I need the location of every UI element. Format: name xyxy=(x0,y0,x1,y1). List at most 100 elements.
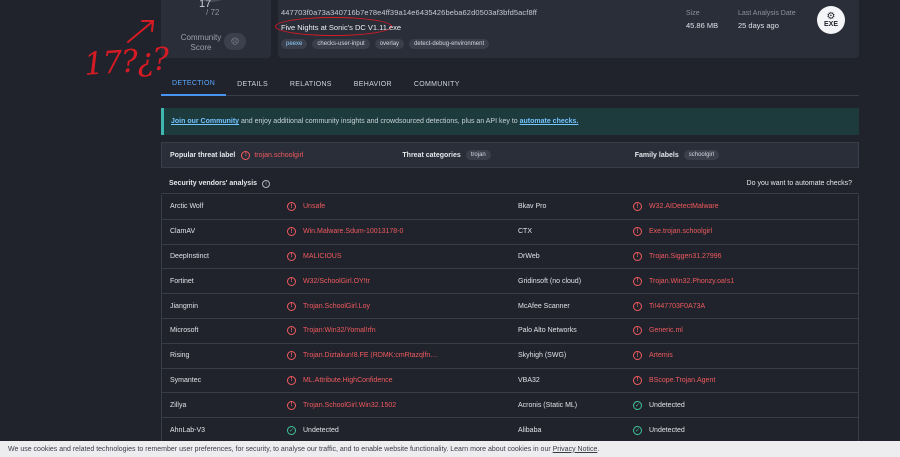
alert-icon: ! xyxy=(287,251,296,261)
join-community-link[interactable]: Join our Community xyxy=(171,118,239,125)
vendor-result: ! Trojan.Siggen31.27996 xyxy=(630,251,858,261)
vendor-result: ! MALICIOUS xyxy=(284,251,507,261)
automate-checks-link[interactable]: automate checks. xyxy=(520,118,579,125)
alert-icon: ! xyxy=(287,375,296,385)
tab-detection[interactable]: DETECTION xyxy=(161,72,227,96)
table-row: Symantec! ML.Attribute.HighConfidence VBA3… xyxy=(162,369,858,394)
threat-categories-label: Threat categories xyxy=(402,151,461,159)
tab-relations[interactable]: RELATIONS xyxy=(279,72,343,96)
detection-total: / 72 xyxy=(206,8,220,17)
vendor-result: ✓ Undetected xyxy=(630,425,858,435)
popular-threat-label: Popular threat label xyxy=(170,151,236,159)
vendor-result-text: BScope.Trojan.Agent xyxy=(649,376,716,384)
vendor-result: ! Trojan.SchoolGirl.Win32.1502 xyxy=(284,400,507,410)
vendor-name: Skyhigh (SWG) xyxy=(518,352,567,360)
tab-details[interactable]: DETAILS xyxy=(226,72,279,96)
file-hash[interactable]: 447703f0a73a340716b7e78e4ff39a14e6435426… xyxy=(281,8,537,17)
tab-community[interactable]: COMMUNITY xyxy=(403,72,471,96)
vendor-result-text: Trojan.SchoolGirl.Loy xyxy=(303,302,371,310)
threat-category-pill[interactable]: trojan xyxy=(465,150,491,160)
vendor-result-text: Generic.ml xyxy=(649,327,683,335)
alert-icon: ! xyxy=(241,150,251,160)
vendor-result: ! Generic.ml xyxy=(630,326,858,336)
annotation-text: 17?¿? xyxy=(82,41,170,83)
vendor-name: Alibaba xyxy=(518,426,542,434)
vendor-name: Arctic Wolf xyxy=(170,203,204,211)
family-label-pill[interactable]: schoolgirl xyxy=(683,150,720,160)
vendor-name: McAfee Scanner xyxy=(518,302,570,310)
cookie-banner: We use cookies and related technologies … xyxy=(0,441,900,457)
file-tags: peexe checks-user-input overlay detect-d… xyxy=(281,39,490,49)
vendor-result-text: Win.Malware.Sdum-10013178-0 xyxy=(303,228,404,236)
vendor-name: Palo Alto Networks xyxy=(518,327,577,335)
vendor-result-text: W32/SchoolGirl.OY!tr xyxy=(303,277,370,285)
vendor-result: ✓ Undetected xyxy=(284,425,507,435)
last-analysis-value: 25 days ago xyxy=(738,21,779,30)
automate-question[interactable]: Do you want to automate checks? xyxy=(747,180,852,187)
score-card: 17 / 72 Community Score ☹ xyxy=(161,0,271,58)
exe-file-icon: ⚙ EXE xyxy=(817,6,845,34)
vendor-result: ! Win.Malware.Sdum-10013178-0 xyxy=(284,227,507,237)
table-row: Arctic Wolf! Unsafe Bkav Pro! W32.AIDetectM… xyxy=(162,195,858,220)
vendor-result-text: Trojan.SchoolGirl.Win32.1502 xyxy=(303,401,397,409)
table-row: Jiangmin! Trojan.SchoolGirl.Loy McAfee Sca… xyxy=(162,294,858,319)
alert-icon: ! xyxy=(287,400,296,410)
vendor-result: ! Artemis xyxy=(630,351,858,361)
banner-text: and enjoy additional community insights … xyxy=(239,118,520,125)
vendor-name: Fortinet xyxy=(170,277,194,285)
vendor-result-text: Ti!447703F0A73A xyxy=(649,302,706,310)
tab-bar: DETECTION DETAILS RELATIONS BEHAVIOR COM… xyxy=(161,72,859,96)
tag[interactable]: checks-user-input xyxy=(312,39,370,49)
vendor-result: ! Trojan:Win32/Yomal!rfn xyxy=(284,326,507,336)
vendor-result-text: Exe.trojan.schoolgirl xyxy=(649,228,713,236)
alert-icon: ! xyxy=(633,326,642,336)
tab-behavior[interactable]: BEHAVIOR xyxy=(343,72,403,96)
vendor-name: CTX xyxy=(518,228,532,236)
vendor-result-text: Unsafe xyxy=(303,203,326,211)
check-circle-icon: ✓ xyxy=(633,425,642,435)
vendor-result: ! W32.AIDetectMalware xyxy=(630,202,858,212)
tag[interactable]: overlay xyxy=(374,39,405,49)
vendor-result-text: W32.AIDetectMalware xyxy=(649,203,719,211)
vendor-result: ! Trojan.Win32.Phonzy.oa!s1 xyxy=(630,276,858,286)
neutral-face-icon[interactable]: ☹ xyxy=(224,33,246,50)
alert-icon: ! xyxy=(633,276,642,286)
table-row: Zillya! Trojan.SchoolGirl.Win32.1502 Acron… xyxy=(162,393,858,419)
vendor-result: ✓ Undetected xyxy=(630,400,858,410)
alert-icon: ! xyxy=(287,202,296,212)
vendor-result-text: Undetected xyxy=(303,426,339,434)
vendor-result: ! Ti!447703F0A73A xyxy=(630,301,858,311)
vendor-result: ! Unsafe xyxy=(284,202,507,212)
tag[interactable]: detect-debug-environment xyxy=(409,39,490,49)
vendor-result-text: Undetected xyxy=(649,401,685,409)
check-circle-icon: ✓ xyxy=(633,400,642,410)
vendor-result-text: Trojan:Win32/Yomal!rfn xyxy=(303,327,376,335)
table-row: AhnLab-V3 ✓ Undetected Alibaba ✓ Undetected xyxy=(162,418,858,443)
table-row: Fortinet! W32/SchoolGirl.OY!tr Gridinsoft … xyxy=(162,269,858,295)
table-row: Rising! Trojan.Diztakun!8.FE (RDMK:cmRtaz… xyxy=(162,344,858,369)
vendor-result-text: Trojan.Diztakun!8.FE (RDMK:cmRtazqlfn… xyxy=(303,352,438,360)
vendor-result: ! Exe.trojan.schoolgirl xyxy=(630,227,858,237)
privacy-notice-link[interactable]: Privacy Notice xyxy=(553,446,598,453)
vendor-result: ! ML.Attribute.HighConfidence xyxy=(284,375,507,385)
vendors-title: Security vendors' analysis xyxy=(169,180,258,187)
popular-threat-value[interactable]: trojan.schoolgirl xyxy=(254,152,303,159)
community-banner: Join our Community and enjoy additional … xyxy=(161,108,859,135)
tag[interactable]: peexe xyxy=(281,39,308,49)
vendor-name: Zillya xyxy=(170,401,187,409)
alert-icon: ! xyxy=(287,351,296,361)
alert-icon: ! xyxy=(633,351,642,361)
file-name: Five Nights at Sonic's DC V1.11.exe xyxy=(281,23,402,32)
alert-icon: ! xyxy=(287,227,296,237)
cookie-text: We use cookies and related technologies … xyxy=(8,445,553,453)
cookie-text-end: . xyxy=(597,445,600,453)
family-labels-label: Family labels xyxy=(634,151,679,159)
vendor-result-text: ML.Attribute.HighConfidence xyxy=(303,376,393,384)
alert-icon: ! xyxy=(287,301,296,311)
last-analysis-label: Last Analysis Date xyxy=(738,10,796,17)
vendor-result-text: Trojan.Siggen31.27996 xyxy=(649,252,722,260)
vendor-name: Acronis (Static ML) xyxy=(518,401,578,409)
info-icon[interactable]: i xyxy=(262,179,271,188)
vendors-header: Security vendors' analysis i Do you want… xyxy=(161,174,859,194)
vendor-name: DeepInstinct xyxy=(170,252,209,260)
